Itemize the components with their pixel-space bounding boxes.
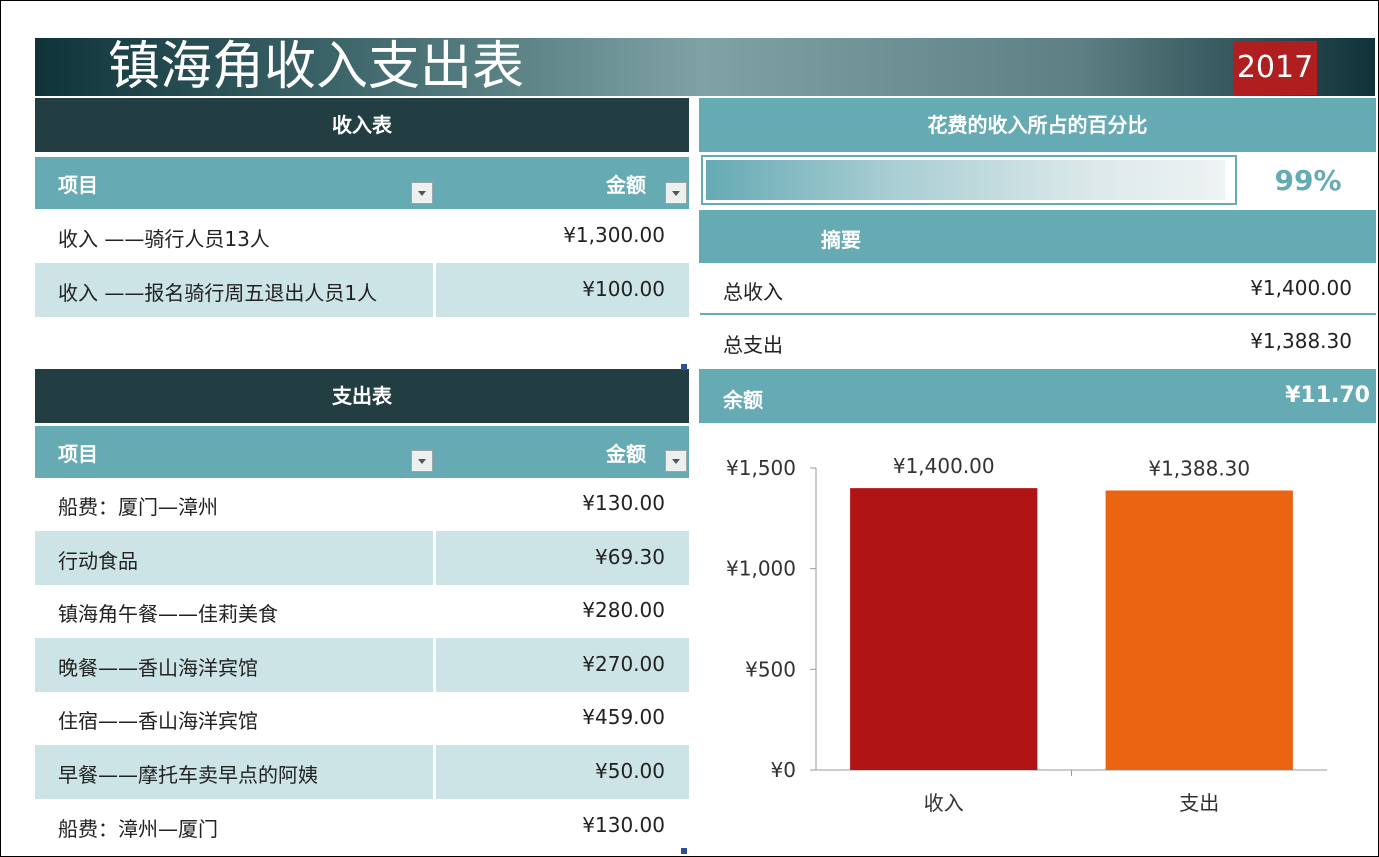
bar xyxy=(850,488,1038,770)
row-amount: ¥130.00 xyxy=(582,491,665,515)
table-row[interactable]: 收入 ——报名骑行周五退出人员1人 ¥100.00 xyxy=(35,262,689,317)
row-item: 晚餐——香山海洋宾馆 xyxy=(58,655,258,680)
total-expense-value: ¥1,388.30 xyxy=(1250,329,1352,353)
expense-amount-filter-dropdown[interactable] xyxy=(665,450,687,472)
table-row[interactable]: 船费：漳州—厦门 ¥130.00 xyxy=(35,799,689,853)
table-row[interactable]: 晚餐——香山海洋宾馆 ¥270.00 xyxy=(35,637,689,692)
table-row[interactable]: 镇海角午餐——佳莉美食 ¥280.00 xyxy=(35,584,689,638)
row-item: 行动食品 xyxy=(58,548,138,573)
income-col-amount: 金额 xyxy=(606,173,646,197)
balance-label: 余额 xyxy=(723,388,763,412)
bar xyxy=(1105,490,1293,770)
row-amount: ¥100.00 xyxy=(582,276,665,301)
cell-divider xyxy=(433,745,436,799)
row-item: 住宿——香山海洋宾馆 xyxy=(58,709,258,734)
expense-table-heading: 支出表 xyxy=(35,369,689,423)
summary-total-income-row: 总收入 ¥1,400.00 xyxy=(700,263,1376,315)
row-item: 收入 ——报名骑行周五退出人员1人 xyxy=(58,280,378,305)
row-amount: ¥69.30 xyxy=(595,544,665,569)
cell-divider xyxy=(433,262,436,317)
income-expense-bar-chart: ¥0 ¥500 ¥1,000 ¥1,500 ¥1,400.00 收入 ¥1,388.30 支出 xyxy=(726,454,1327,815)
year-badge: 2017 xyxy=(1233,41,1317,95)
income-table-heading: 收入表 xyxy=(35,98,689,152)
row-amount: ¥50.00 xyxy=(595,759,665,783)
page-title: 镇海角收入支出表 xyxy=(108,37,525,97)
row-amount: ¥270.00 xyxy=(582,651,665,676)
table-row[interactable]: 收入 ——骑行人员13人 ¥1,300.00 xyxy=(35,209,689,263)
expense-item-filter-dropdown[interactable] xyxy=(411,450,433,472)
y-tick-label: ¥0 xyxy=(771,758,796,782)
row-amount: ¥1,300.00 xyxy=(563,223,665,247)
percent-progress-fill xyxy=(706,160,1225,200)
total-expense-label: 总支出 xyxy=(723,333,783,357)
row-amount: ¥459.00 xyxy=(582,705,665,730)
y-tick-label: ¥1,500 xyxy=(726,456,796,480)
expense-col-amount: 金额 xyxy=(606,442,646,466)
row-item: 早餐——摩托车卖早点的阿姨 xyxy=(58,763,318,787)
row-item: 收入 ——骑行人员13人 xyxy=(58,227,270,251)
y-tick-label: ¥1,000 xyxy=(726,557,796,581)
row-item: 镇海角午餐——佳莉美食 xyxy=(58,602,278,627)
balance-value: ¥11.70 xyxy=(1285,383,1370,408)
table-row[interactable]: 行动食品 ¥69.30 xyxy=(35,530,689,585)
data-label: ¥1,388.30 xyxy=(1148,456,1250,480)
total-income-value: ¥1,400.00 xyxy=(1250,276,1352,300)
table-resize-handle[interactable] xyxy=(681,364,687,370)
data-label: ¥1,400.00 xyxy=(893,454,995,478)
total-income-label: 总收入 xyxy=(723,280,783,304)
cell-divider xyxy=(433,637,436,692)
row-amount: ¥280.00 xyxy=(582,598,665,623)
table-row[interactable]: 住宿——香山海洋宾馆 ¥459.00 xyxy=(35,691,689,745)
cell-divider xyxy=(433,530,436,585)
income-item-filter-dropdown[interactable] xyxy=(411,182,433,204)
row-amount: ¥130.00 xyxy=(582,812,665,837)
summary-total-expense-row: 总支出 ¥1,388.30 xyxy=(700,316,1376,368)
table-resize-handle[interactable] xyxy=(681,848,687,854)
income-amount-filter-dropdown[interactable] xyxy=(665,182,687,204)
income-table-header-row: 项目 金额 xyxy=(35,157,689,209)
percent-progress-bar xyxy=(701,155,1237,205)
x-category-label: 支出 xyxy=(1179,791,1219,815)
summary-heading-row: 摘要 xyxy=(699,210,1376,263)
expense-table-header-row: 项目 金额 xyxy=(35,426,689,478)
summary-heading: 摘要 xyxy=(821,228,861,252)
percent-heading: 花费的收入所占的百分比 xyxy=(699,98,1376,152)
table-row[interactable]: 船费：厦门—漳州 ¥130.00 xyxy=(35,477,689,531)
summary-balance-row: 余额 ¥11.70 xyxy=(699,369,1376,423)
row-item: 船费：厦门—漳州 xyxy=(58,495,218,519)
income-col-item: 项目 xyxy=(58,173,98,197)
percent-value: 99% xyxy=(1274,164,1342,197)
expense-col-item: 项目 xyxy=(58,442,98,466)
table-row[interactable]: 早餐——摩托车卖早点的阿姨 ¥50.00 xyxy=(35,745,689,799)
x-category-label: 收入 xyxy=(924,791,964,815)
y-tick-label: ¥500 xyxy=(745,657,796,681)
row-item: 船费：漳州—厦门 xyxy=(58,816,218,841)
